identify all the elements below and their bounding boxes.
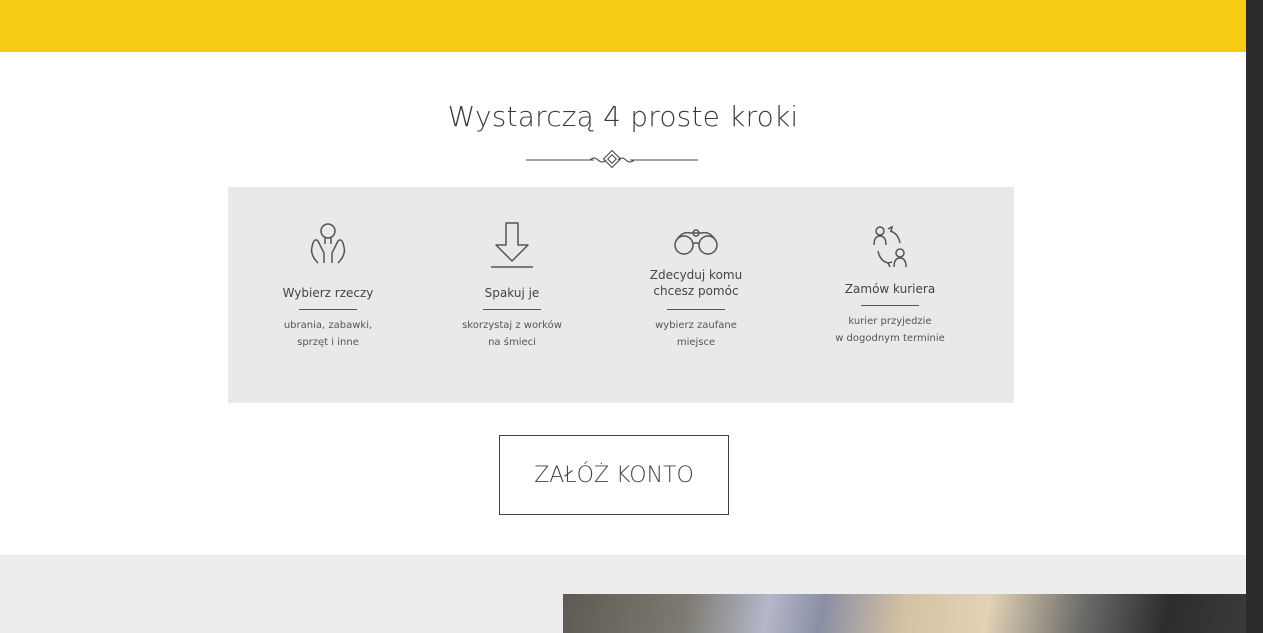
- step-divider: [667, 309, 725, 310]
- step-title: Spakuj je: [484, 286, 540, 300]
- step-description: skorzystaj z worków na śmieci: [462, 320, 562, 348]
- step-description: ubrania, zabawki, sprzęt i inne: [283, 320, 373, 348]
- step-choose-items: Wybierz rzeczy ubrania, zabawki, sprzęt …: [228, 187, 428, 403]
- header-yellow-band: [0, 0, 1246, 52]
- step-choose-recipient: Zdecyduj komu chcesz pomóc wybierz zaufa…: [596, 187, 796, 403]
- hero-photo: [563, 594, 1246, 633]
- step-description: kurier przyjedzie w dogodnym terminie: [835, 316, 945, 344]
- step-title: Zdecyduj komu chcesz pomóc: [649, 268, 743, 298]
- step-divider: [861, 305, 919, 306]
- binoculars-icon: [674, 229, 718, 255]
- hands-lightbulb-icon: [310, 223, 346, 264]
- next-section-band: [0, 555, 1246, 633]
- step-pack-items: Spakuj je skorzystaj z worków na śmieci: [412, 187, 612, 403]
- section-title: Wystarczą 4 proste kroki: [447, 100, 799, 133]
- step-divider: [483, 309, 541, 310]
- download-arrow-icon: [491, 222, 533, 268]
- page-scrollbar[interactable]: [1246, 0, 1263, 633]
- step-title: Zamów kuriera: [844, 282, 936, 296]
- ornament-divider-icon: [526, 149, 698, 169]
- steps-panel: Wybierz rzeczy ubrania, zabawki, sprzęt …: [228, 187, 1014, 403]
- create-account-button[interactable]: ZAŁÓŻ KONTO: [499, 435, 729, 515]
- step-title: Wybierz rzeczy: [282, 286, 374, 300]
- people-exchange-icon: [873, 225, 907, 268]
- step-divider: [299, 309, 357, 310]
- step-order-courier: Zamów kuriera kurier przyjedzie w dogodn…: [790, 187, 990, 403]
- step-description: wybierz zaufane miejsce: [655, 320, 737, 348]
